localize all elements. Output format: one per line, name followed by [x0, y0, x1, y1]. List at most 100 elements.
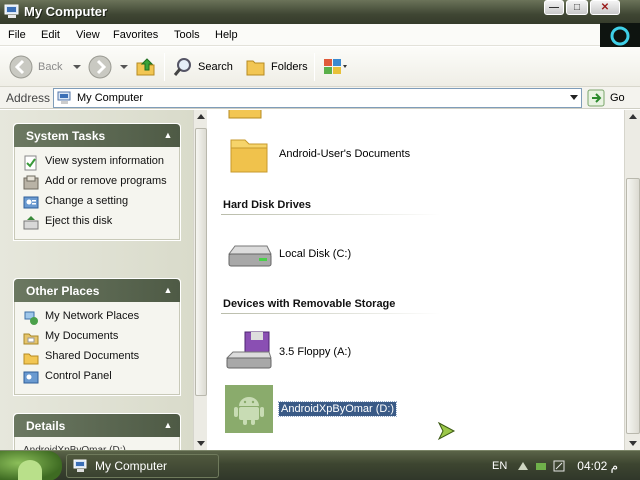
task-change-setting[interactable]: Change a setting: [23, 193, 173, 213]
my-computer-icon: [57, 91, 71, 104]
system-info-icon: [24, 155, 37, 171]
folder-icon: [230, 139, 268, 173]
scroll-down-icon[interactable]: [197, 441, 205, 446]
folders-icon: [246, 60, 265, 76]
tray-network-icon[interactable]: [517, 460, 529, 472]
drive-item-local-disk[interactable]: Local Disk (C:): [225, 230, 351, 278]
section-hard-disk-drives: Hard Disk Drives: [223, 199, 312, 211]
shared-folder-icon: [23, 353, 39, 365]
collapse-icon[interactable]: ▲: [161, 128, 175, 142]
place-shared-documents[interactable]: Shared Documents: [23, 348, 173, 368]
content-scrollbar[interactable]: [624, 110, 640, 450]
menu-help[interactable]: Help: [215, 29, 238, 41]
my-computer-icon: [4, 4, 19, 18]
task-view-system-info[interactable]: View system information: [23, 153, 173, 173]
address-label: Address: [6, 91, 51, 105]
place-my-documents[interactable]: My Documents: [23, 328, 173, 348]
system-tasks-header[interactable]: System Tasks ▲: [14, 124, 180, 147]
hard-disk-icon: [228, 245, 272, 267]
place-control-panel[interactable]: Control Panel: [23, 368, 173, 388]
task-label: Add or remove programs: [45, 175, 167, 187]
android-start-icon: [18, 460, 42, 480]
toolbar-separator: [314, 53, 315, 81]
folders-button[interactable]: Folders: [245, 53, 308, 81]
folder-up-icon: [136, 58, 155, 76]
chevron-down-icon: [73, 65, 82, 69]
collapse-icon[interactable]: ▲: [161, 283, 175, 297]
drive-item-floppy[interactable]: 3.5 Floppy (A:): [225, 328, 351, 376]
window-title: My Computer: [24, 4, 108, 19]
tray-volume-icon[interactable]: [553, 460, 565, 472]
place-label: Shared Documents: [45, 350, 140, 362]
clock: 04:02 م: [577, 459, 619, 473]
folder-item-partial[interactable]: [225, 110, 265, 124]
other-places-body: My Network Places My Documents Shared Do…: [14, 302, 180, 395]
throbber-icon: [610, 26, 630, 46]
android-drive-tile: [225, 385, 273, 433]
folders-label: Folders: [271, 61, 308, 73]
other-places-panel: Other Places ▲ My Network Places My Docu…: [13, 278, 181, 396]
other-places-header[interactable]: Other Places ▲: [14, 279, 180, 302]
floppy-drive-icon: [225, 331, 272, 369]
minimize-button[interactable]: —: [544, 0, 564, 15]
folder-item-android-user-documents[interactable]: Android-User's Documents: [225, 130, 410, 178]
my-computer-icon: [73, 459, 87, 472]
toolbar: Back Search Folders: [0, 47, 640, 87]
my-documents-icon: [23, 333, 39, 345]
control-panel-icon: [23, 196, 39, 209]
address-input[interactable]: My Computer: [53, 88, 582, 108]
android-robot-icon: [234, 397, 264, 425]
task-pane-scrollbar[interactable]: [193, 110, 207, 450]
task-add-remove-programs[interactable]: Add or remove programs: [23, 173, 173, 193]
item-label: Local Disk (C:): [279, 248, 352, 260]
taskbar-button-my-computer[interactable]: My Computer: [66, 454, 219, 478]
add-remove-programs-icon: [23, 175, 39, 190]
menu-tools[interactable]: Tools: [174, 29, 200, 41]
close-button[interactable]: ✕: [590, 0, 620, 15]
system-tasks-panel: System Tasks ▲ View system information A…: [13, 123, 181, 241]
details-header[interactable]: Details ▲: [14, 414, 180, 437]
content-pane: Android-User's Documents Hard Disk Drive…: [207, 110, 624, 450]
address-bar: Address My Computer Go: [0, 87, 640, 109]
task-pane-scroll-thumb[interactable]: [195, 128, 207, 396]
back-button[interactable]: Back: [8, 53, 84, 81]
item-label: Android-User's Documents: [279, 148, 411, 160]
menu-view[interactable]: View: [76, 29, 100, 41]
scroll-down-icon[interactable]: [629, 441, 637, 446]
language-indicator[interactable]: EN: [492, 460, 507, 472]
search-label: Search: [198, 61, 233, 73]
place-my-network-places[interactable]: My Network Places: [23, 308, 173, 328]
search-button[interactable]: Search: [172, 53, 233, 81]
up-folder-button[interactable]: [134, 53, 158, 81]
content-scroll-thumb[interactable]: [626, 178, 640, 434]
menu-favorites[interactable]: Favorites: [113, 29, 158, 41]
drive-item-android-xp[interactable]: AndroidXpByOmar (D:): [225, 385, 398, 433]
scroll-up-icon[interactable]: [629, 114, 637, 119]
task-pane: System Tasks ▲ View system information A…: [0, 110, 207, 466]
section-removable-storage: Devices with Removable Storage: [223, 298, 396, 310]
system-tasks-title: System Tasks: [26, 129, 106, 143]
start-button[interactable]: [0, 451, 62, 480]
go-button[interactable]: Go: [587, 88, 625, 108]
address-dropdown-icon[interactable]: [570, 95, 578, 100]
item-label: 3.5 Floppy (A:): [279, 346, 352, 358]
views-button[interactable]: [322, 53, 348, 81]
control-panel-icon: [23, 371, 39, 384]
collapse-icon[interactable]: ▲: [161, 418, 175, 432]
scroll-up-icon[interactable]: [197, 114, 205, 119]
go-label: Go: [610, 92, 625, 104]
throbber-logo: [600, 23, 640, 49]
go-arrow-icon: [587, 89, 605, 107]
task-label: Eject this disk: [45, 215, 113, 227]
back-arrow-icon: [9, 55, 33, 79]
maximize-button[interactable]: □: [566, 0, 588, 15]
task-eject-disk[interactable]: Eject this disk: [23, 213, 173, 233]
menu-edit[interactable]: Edit: [41, 29, 60, 41]
tray-safely-remove-icon[interactable]: [535, 460, 547, 472]
task-label: Change a setting: [45, 195, 129, 207]
forward-button[interactable]: [87, 53, 131, 81]
search-icon: [173, 58, 191, 76]
place-label: Control Panel: [45, 370, 112, 382]
place-label: My Documents: [45, 330, 119, 342]
menu-file[interactable]: File: [8, 29, 26, 41]
